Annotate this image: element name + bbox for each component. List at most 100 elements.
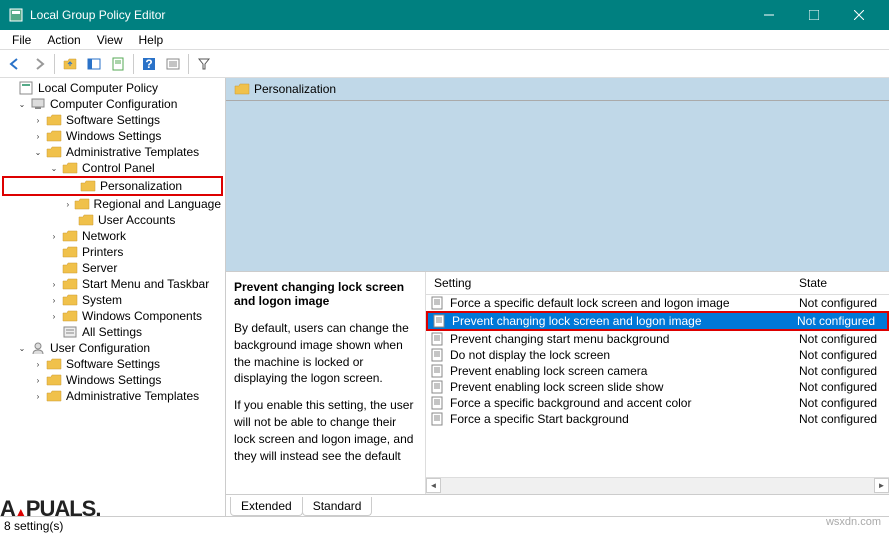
setting-row[interactable]: Force a specific default lock screen and… (426, 295, 889, 311)
tree-node-windows[interactable]: › Windows Settings (2, 128, 223, 144)
setting-row[interactable]: Prevent enabling lock screen cameraNot c… (426, 363, 889, 379)
show-hide-tree-button[interactable] (83, 53, 105, 75)
settings-header[interactable]: Setting State (426, 272, 889, 295)
toolbar-separator (133, 54, 134, 74)
up-button[interactable] (59, 53, 81, 75)
tree-node-all-settings[interactable]: All Settings (2, 324, 223, 340)
expand-icon[interactable] (4, 82, 16, 94)
breadcrumb-label: Personalization (254, 82, 336, 96)
scroll-right-button[interactable]: ► (874, 478, 889, 493)
minimize-button[interactable] (746, 0, 791, 30)
breadcrumb: Personalization (226, 78, 889, 101)
expand-icon[interactable]: › (48, 230, 60, 242)
tree-node-windows2[interactable]: › Windows Settings (2, 372, 223, 388)
filter-button[interactable] (193, 53, 215, 75)
tree-node-regional[interactable]: › Regional and Language (2, 196, 223, 212)
forward-button[interactable] (28, 53, 50, 75)
expand-icon[interactable]: › (48, 294, 60, 306)
back-button[interactable] (4, 53, 26, 75)
expand-icon[interactable]: › (48, 278, 60, 290)
policy-icon (430, 380, 446, 394)
window-title: Local Group Policy Editor (30, 8, 746, 22)
policy-icon (430, 396, 446, 410)
setting-row[interactable]: Do not display the lock screenNot config… (426, 347, 889, 363)
expand-icon[interactable] (48, 246, 60, 258)
tree-node-personalization[interactable]: Personalization (2, 176, 223, 196)
expand-icon[interactable] (48, 262, 60, 274)
setting-name: Prevent changing lock screen and logon i… (452, 314, 797, 328)
tree-node-start-menu[interactable]: › Start Menu and Taskbar (2, 276, 223, 292)
collapse-icon[interactable]: ⌄ (48, 162, 60, 174)
selected-setting-title: Prevent changing lock screen and logon i… (234, 280, 417, 308)
menu-file[interactable]: File (4, 31, 39, 49)
expand-icon[interactable]: › (32, 390, 44, 402)
column-setting[interactable]: Setting (426, 276, 799, 290)
setting-row[interactable]: Prevent enabling lock screen slide showN… (426, 379, 889, 395)
tree-panel[interactable]: Local Computer Policy ⌄ Computer Configu… (0, 78, 226, 516)
folder-icon (62, 277, 78, 291)
tree-node-user-accounts[interactable]: User Accounts (2, 212, 223, 228)
expand-icon[interactable]: › (48, 310, 60, 322)
tree-node-software2[interactable]: › Software Settings (2, 356, 223, 372)
setting-row[interactable]: Force a specific Start backgroundNot con… (426, 411, 889, 427)
policy-icon (430, 364, 446, 378)
collapse-icon[interactable]: ⌄ (16, 98, 28, 110)
setting-row[interactable]: Prevent changing start menu backgroundNo… (426, 331, 889, 347)
tree-node-root[interactable]: Local Computer Policy (2, 80, 223, 96)
setting-name: Prevent changing start menu background (450, 332, 799, 346)
collapse-icon[interactable]: ⌄ (16, 342, 28, 354)
expand-icon[interactable]: › (32, 358, 44, 370)
setting-name: Prevent enabling lock screen camera (450, 364, 799, 378)
horizontal-scrollbar[interactable]: ◄ ► (426, 477, 889, 494)
tree-node-admin2[interactable]: › Administrative Templates (2, 388, 223, 404)
setting-name: Do not display the lock screen (450, 348, 799, 362)
column-state[interactable]: State (799, 276, 889, 290)
tree-node-computer-config[interactable]: ⌄ Computer Configuration (2, 96, 223, 112)
tree-node-user-config[interactable]: ⌄ User Configuration (2, 340, 223, 356)
maximize-button[interactable] (791, 0, 836, 30)
tree-node-win-components[interactable]: › Windows Components (2, 308, 223, 324)
folder-icon (62, 293, 78, 307)
window-titlebar: Local Group Policy Editor (0, 0, 889, 30)
svg-text:?: ? (145, 57, 152, 71)
scroll-left-button[interactable]: ◄ (426, 478, 441, 493)
folder-icon (46, 373, 62, 387)
settings-list[interactable]: Force a specific default lock screen and… (426, 295, 889, 477)
tree-node-control-panel[interactable]: ⌄ Control Panel (2, 160, 223, 176)
options-button[interactable] (162, 53, 184, 75)
help-button[interactable]: ? (138, 53, 160, 75)
folder-icon (62, 245, 78, 259)
menu-view[interactable]: View (89, 31, 131, 49)
setting-row[interactable]: Force a specific background and accent c… (426, 395, 889, 411)
tree-node-admin-templates[interactable]: ⌄ Administrative Templates (2, 144, 223, 160)
expand-icon[interactable] (64, 214, 76, 226)
tree-node-system[interactable]: › System (2, 292, 223, 308)
tree-node-printers[interactable]: Printers (2, 244, 223, 260)
expand-icon[interactable] (48, 326, 60, 338)
setting-state: Not configured (799, 396, 889, 410)
policy-icon (432, 314, 448, 328)
menu-help[interactable]: Help (131, 31, 172, 49)
close-button[interactable] (836, 0, 881, 30)
expand-icon[interactable] (66, 180, 78, 192)
tree-node-network[interactable]: › Network (2, 228, 223, 244)
description-text: By default, users can change the backgro… (234, 320, 417, 387)
folder-icon (46, 389, 62, 403)
folder-icon (62, 229, 78, 243)
settings-icon (62, 325, 78, 339)
tree-node-server[interactable]: Server (2, 260, 223, 276)
menu-action[interactable]: Action (39, 31, 88, 49)
tab-extended[interactable]: Extended (230, 497, 303, 516)
expand-icon[interactable]: › (32, 114, 44, 126)
tab-standard[interactable]: Standard (302, 497, 373, 516)
preview-blank (226, 101, 889, 271)
expand-icon[interactable]: › (64, 198, 72, 210)
collapse-icon[interactable]: ⌄ (32, 146, 44, 158)
expand-icon[interactable]: › (32, 374, 44, 386)
setting-row[interactable]: Prevent changing lock screen and logon i… (426, 311, 889, 331)
folder-icon (62, 261, 78, 275)
properties-button[interactable] (107, 53, 129, 75)
setting-name: Force a specific default lock screen and… (450, 296, 799, 310)
tree-node-software[interactable]: › Software Settings (2, 112, 223, 128)
expand-icon[interactable]: › (32, 130, 44, 142)
